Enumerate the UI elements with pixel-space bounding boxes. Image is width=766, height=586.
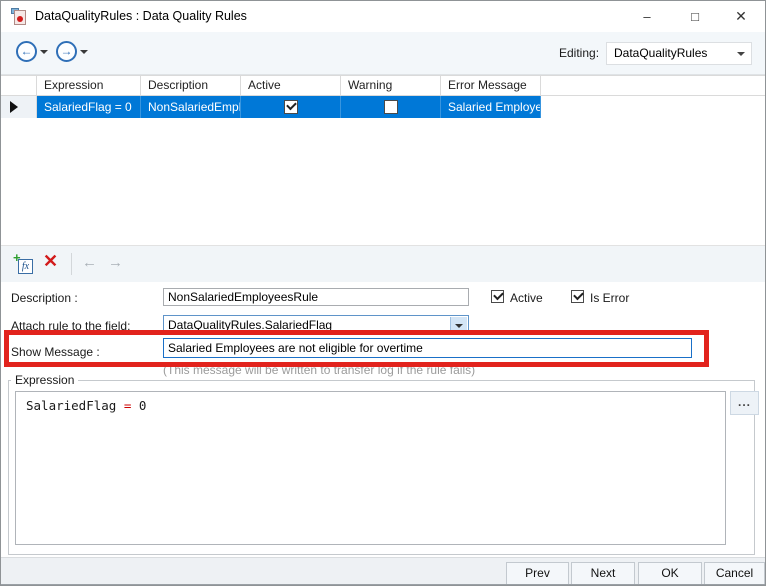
is-error-checkbox[interactable] bbox=[571, 290, 584, 303]
next-button[interactable]: Next bbox=[571, 562, 635, 585]
warning-checkbox[interactable] bbox=[384, 100, 398, 114]
active-checkbox[interactable] bbox=[284, 100, 298, 114]
cell-expression[interactable]: SalariedFlag = 0 bbox=[37, 96, 141, 118]
expression-lhs: SalariedFlag bbox=[26, 398, 124, 413]
is-error-label: Is Error bbox=[590, 291, 629, 305]
navigation-toolbar: ← → Editing: DataQualityRules bbox=[1, 32, 765, 75]
grid-header-expression[interactable]: Expression bbox=[37, 76, 141, 95]
expression-text: SalariedFlag = 0 bbox=[26, 398, 146, 413]
editing-combobox[interactable]: DataQualityRules bbox=[606, 42, 752, 65]
show-message-hint: (This message will be written to transfe… bbox=[163, 363, 475, 377]
current-row-arrow-icon bbox=[10, 101, 18, 113]
window-title: DataQualityRules : Data Quality Rules bbox=[35, 1, 247, 32]
row-selector-cell[interactable] bbox=[1, 96, 37, 118]
editing-label: Editing: bbox=[559, 32, 599, 75]
grid-header-error-message[interactable]: Error Message bbox=[441, 76, 541, 95]
editing-combobox-value: DataQualityRules bbox=[614, 43, 707, 64]
active-form-checkbox[interactable] bbox=[491, 290, 504, 303]
back-icon[interactable]: ← bbox=[16, 41, 37, 62]
description-input[interactable] bbox=[163, 288, 469, 306]
cell-description[interactable]: NonSalariedEmpl... bbox=[141, 96, 241, 118]
add-rule-icon[interactable]: + fx bbox=[13, 252, 35, 276]
next-rule-icon[interactable]: → bbox=[108, 254, 123, 271]
toolbar-separator bbox=[71, 253, 72, 275]
rule-toolbar: + fx ✕ ← → bbox=[1, 245, 765, 282]
delete-rule-icon[interactable]: ✕ bbox=[43, 251, 58, 272]
expression-groupbox: Expression SalariedFlag = 0 ... bbox=[8, 380, 755, 555]
cancel-button[interactable]: Cancel bbox=[704, 562, 765, 585]
expression-rhs: 0 bbox=[131, 398, 146, 413]
show-message-label: Show Message : bbox=[11, 345, 100, 359]
attach-field-combobox[interactable]: DataQualityRules.SalariedFlag bbox=[163, 315, 469, 335]
expression-editor[interactable]: SalariedFlag = 0 bbox=[15, 391, 726, 545]
previous-rule-icon[interactable]: ← bbox=[82, 254, 97, 271]
cell-active[interactable] bbox=[241, 96, 341, 118]
grid-header-warning[interactable]: Warning bbox=[341, 76, 441, 95]
table-row[interactable]: SalariedFlag = 0 NonSalariedEmpl... Sala… bbox=[1, 96, 765, 118]
show-message-input[interactable] bbox=[163, 338, 692, 358]
app-icon bbox=[11, 8, 28, 26]
attach-field-value: DataQualityRules.SalariedFlag bbox=[168, 316, 332, 334]
minimize-icon[interactable]: – bbox=[631, 1, 663, 32]
attach-field-label: Attach rule to the field: bbox=[11, 319, 130, 333]
forward-dropdown-caret-icon[interactable] bbox=[80, 50, 88, 54]
title-bar: DataQualityRules : Data Quality Rules – … bbox=[1, 1, 765, 32]
forward-icon[interactable]: → bbox=[56, 41, 77, 62]
grid-header-selector bbox=[1, 76, 37, 95]
prev-button[interactable]: Prev bbox=[506, 562, 569, 585]
grid-header: Expression Description Active Warning Er… bbox=[1, 75, 765, 96]
maximize-icon[interactable]: □ bbox=[679, 1, 711, 32]
cell-warning[interactable] bbox=[341, 96, 441, 118]
button-bar: Prev Next OK Cancel bbox=[1, 557, 765, 586]
back-dropdown-caret-icon[interactable] bbox=[40, 50, 48, 54]
expression-editor-button[interactable]: ... bbox=[730, 391, 759, 415]
description-label: Description : bbox=[11, 291, 78, 305]
grid-header-active[interactable]: Active bbox=[241, 76, 341, 95]
expression-group-label: Expression bbox=[11, 373, 78, 387]
ok-button[interactable]: OK bbox=[638, 562, 702, 585]
dialog-window: DataQualityRules : Data Quality Rules – … bbox=[0, 0, 766, 586]
attach-field-dropdown-icon[interactable] bbox=[450, 317, 467, 333]
cell-error-message[interactable]: Salaried Employe... bbox=[441, 96, 541, 118]
grid-header-description[interactable]: Description bbox=[141, 76, 241, 95]
close-icon[interactable]: ✕ bbox=[725, 1, 757, 32]
editing-dropdown-caret-icon bbox=[737, 52, 745, 56]
active-form-label: Active bbox=[510, 291, 543, 305]
